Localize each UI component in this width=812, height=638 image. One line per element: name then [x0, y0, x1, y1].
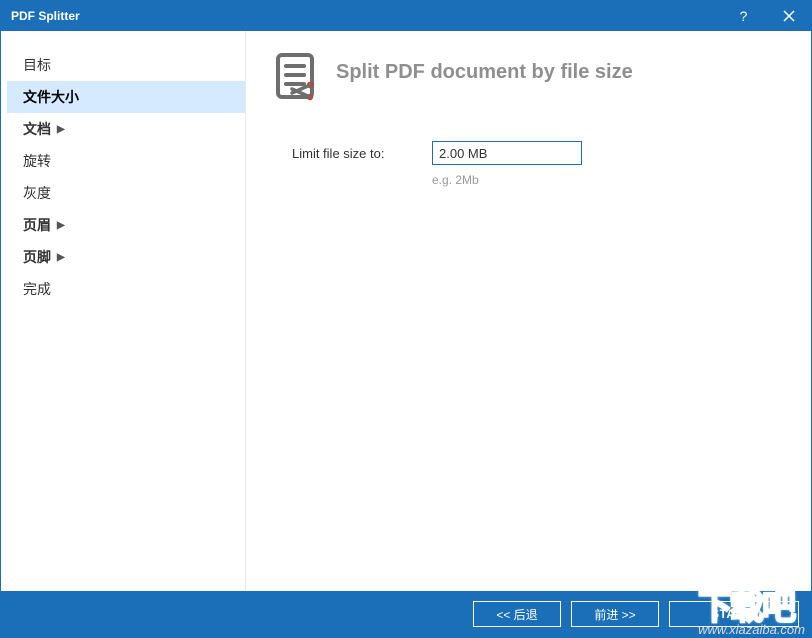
sidebar-item-1[interactable]: 文件大小	[7, 81, 245, 113]
start-button[interactable]: START!	[669, 601, 799, 627]
limit-input[interactable]	[432, 141, 582, 165]
dialog-body: 目标文件大小文档 ▶ 旋转灰度页眉 ▶ 页脚 ▶ 完成 Split PDF document…	[1, 31, 811, 591]
sidebar-item-label: 文件大小	[23, 87, 79, 107]
limit-hint: e.g. 2Mb	[432, 173, 783, 187]
chevron-right-icon: ▶	[57, 124, 65, 135]
sidebar: 目标文件大小文档 ▶ 旋转灰度页眉 ▶ 页脚 ▶ 完成	[1, 31, 246, 591]
page-title: Split PDF document by file size	[336, 61, 633, 84]
chevron-right-icon: ▶	[57, 220, 65, 231]
window-title: PDF Splitter	[11, 9, 80, 23]
forward-button-label: 前进 >>	[594, 606, 635, 623]
sidebar-item-3[interactable]: 旋转	[7, 145, 245, 177]
help-icon: ?	[740, 8, 748, 24]
sidebar-item-label: 页眉	[23, 215, 51, 235]
heading-row: Split PDF document by file size	[274, 53, 783, 105]
limit-label: Limit file size to:	[292, 146, 432, 161]
sidebar-item-0[interactable]: 目标	[7, 49, 245, 81]
sidebar-item-label: 灰度	[23, 183, 51, 203]
sidebar-item-label: 文档	[23, 119, 51, 139]
sidebar-item-label: 页脚	[23, 247, 51, 267]
chevron-right-icon: ▶	[57, 252, 65, 263]
footer: << 后退 前进 >> START!	[1, 591, 811, 637]
sidebar-item-7[interactable]: 完成	[7, 273, 245, 305]
help-button[interactable]: ?	[721, 1, 766, 31]
forward-button[interactable]: 前进 >>	[571, 601, 659, 627]
sidebar-item-label: 旋转	[23, 151, 51, 171]
sidebar-item-label: 目标	[23, 55, 51, 75]
limit-row: Limit file size to:	[292, 141, 783, 165]
sidebar-item-2[interactable]: 文档 ▶	[7, 113, 245, 145]
sidebar-item-6[interactable]: 页脚 ▶	[7, 241, 245, 273]
close-button[interactable]	[766, 1, 811, 31]
app-window: PDF Splitter ? 目标文件大小文档 ▶ 旋转灰度页眉 ▶ 页脚 ▶ 完成	[0, 0, 812, 638]
close-icon	[783, 10, 795, 22]
titlebar: PDF Splitter ?	[1, 1, 811, 31]
start-button-label: START!	[711, 607, 757, 621]
sidebar-item-label: 完成	[23, 279, 51, 299]
sidebar-item-4[interactable]: 灰度	[7, 177, 245, 209]
back-button[interactable]: << 后退	[473, 601, 561, 627]
main-panel: Split PDF document by file size Limit fi…	[246, 31, 811, 591]
split-page-icon	[274, 53, 322, 105]
sidebar-item-5[interactable]: 页眉 ▶	[7, 209, 245, 241]
back-button-label: << 后退	[496, 606, 537, 623]
